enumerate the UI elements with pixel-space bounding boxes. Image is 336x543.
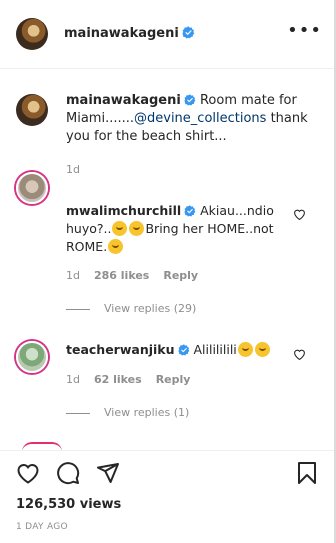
caption-mention-link[interactable]: @devine_collections [134, 111, 266, 126]
comment-like-heart-icon[interactable] [293, 348, 306, 360]
laughing-emoji-icon [108, 239, 124, 254]
share-send-icon[interactable] [96, 461, 120, 485]
comment-avatar[interactable] [16, 341, 48, 373]
comment-time: 1d [66, 269, 80, 282]
comment-text: teacherwanjiku Alilililili [66, 341, 296, 359]
replies-divider [66, 308, 90, 310]
thinking-emoji-icon [112, 221, 128, 236]
caption-avatar[interactable] [16, 94, 48, 126]
comment-reply-button[interactable]: Reply [163, 269, 198, 282]
save-bookmark-icon[interactable] [296, 461, 318, 485]
post-date: 1 DAY AGO [16, 522, 68, 532]
post-screen: mainawakageni ••• mainawakageni Room mat… [0, 0, 336, 543]
comment-body: Alilililili [189, 342, 237, 357]
grinning-emoji-icon [129, 221, 145, 236]
header-avatar[interactable] [16, 18, 48, 50]
post-header: mainawakageni ••• [0, 0, 334, 69]
laughing-emoji-icon [237, 342, 253, 357]
comment-meta: 1d 62 likes Reply [66, 373, 204, 386]
header-username-row[interactable]: mainawakageni [64, 26, 195, 41]
caption-timestamp: 1d [66, 163, 80, 176]
header-username[interactable]: mainawakageni [64, 26, 179, 41]
view-replies-label[interactable]: View replies (1) [104, 406, 189, 419]
like-heart-icon[interactable] [16, 462, 40, 484]
caption-text: mainawakageni Room mate for Miami.......… [66, 92, 316, 146]
comment-username[interactable]: teacherwanjiku [66, 342, 175, 357]
replies-divider [66, 412, 90, 414]
view-replies-link[interactable]: View replies (29) [66, 302, 196, 315]
comment-meta: 1d 286 likes Reply [66, 269, 212, 282]
comment-text: mwalimchurchill Akiau...ndio huyo?.. Brin… [66, 202, 296, 256]
comment-reply-button[interactable]: Reply [156, 373, 191, 386]
post-action-bar: 126,530 views 1 DAY AGO [0, 450, 336, 543]
comment-username[interactable]: mwalimchurchill [66, 203, 181, 218]
caption-username[interactable]: mainawakageni [66, 93, 181, 108]
comment-avatar[interactable] [16, 172, 48, 204]
comment-likes-count[interactable]: 62 likes [94, 373, 142, 386]
verified-badge-icon [177, 344, 189, 356]
verified-badge-icon [184, 205, 196, 217]
comment-likes-count[interactable]: 286 likes [94, 269, 149, 282]
comment-time: 1d [66, 373, 80, 386]
verified-badge-icon [182, 26, 195, 39]
comment-like-heart-icon[interactable] [293, 208, 306, 220]
view-replies-link[interactable]: View replies (1) [66, 406, 189, 419]
more-options-icon[interactable]: ••• [287, 22, 322, 40]
views-count[interactable]: 126,530 views [16, 497, 121, 512]
verified-badge-icon [184, 94, 196, 106]
comment-bubble-icon[interactable] [56, 461, 80, 485]
view-replies-label[interactable]: View replies (29) [104, 302, 196, 315]
laughing-emoji-icon [254, 342, 270, 357]
